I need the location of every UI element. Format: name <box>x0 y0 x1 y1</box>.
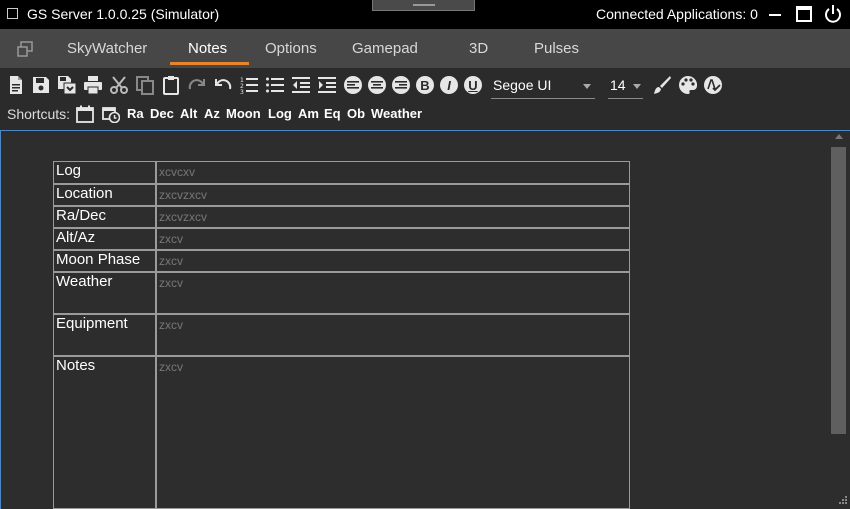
tab-bar: SkyWatcher Notes Options Gamepad 3D Puls… <box>0 29 850 68</box>
italic-glyph: I <box>440 76 458 94</box>
tab-skywatcher[interactable]: SkyWatcher <box>67 40 147 57</box>
bold-icon[interactable]: B <box>415 75 435 95</box>
notes-table: Log xcvcxv Location zxcvzxcv Ra/Dec zxcv… <box>53 161 630 509</box>
maximize-icon[interactable] <box>796 6 812 22</box>
svg-text:3: 3 <box>240 89 244 95</box>
increase-indent-icon[interactable] <box>317 75 337 95</box>
shortcut-eq[interactable]: Eq <box>324 106 341 121</box>
font-family-select[interactable]: Segoe UI <box>491 76 595 99</box>
chevron-down-icon <box>633 84 641 89</box>
row-label-location: Location <box>53 184 156 206</box>
cut-icon[interactable] <box>109 75 129 95</box>
print-icon[interactable] <box>83 75 103 95</box>
shortcut-am[interactable]: Am <box>298 106 319 121</box>
title-bar: GS Server 1.0.0.25 (Simulator) Connected… <box>0 0 850 29</box>
chevron-down-icon <box>583 84 591 89</box>
row-value-radec[interactable]: zxcvzxcv <box>156 206 630 228</box>
table-row: Alt/Az zxcv <box>53 228 630 250</box>
table-row: Equipment zxcv <box>53 314 630 356</box>
row-label-weather: Weather <box>53 272 156 314</box>
table-row: Location zxcvzxcv <box>53 184 630 206</box>
redo-icon[interactable] <box>187 75 207 95</box>
calendar-clock-icon[interactable] <box>102 105 120 123</box>
shortcut-ra[interactable]: Ra <box>127 106 144 121</box>
save-icon[interactable] <box>31 75 51 95</box>
row-label-log: Log <box>53 161 156 184</box>
minimize-icon[interactable] <box>769 14 781 16</box>
tab-gamepad[interactable]: Gamepad <box>352 40 418 57</box>
window-title: GS Server 1.0.0.25 (Simulator) <box>27 6 220 22</box>
drag-handle[interactable] <box>372 0 475 11</box>
shortcut-alt[interactable]: Alt <box>180 106 197 121</box>
table-row: Log xcvcxv <box>53 161 630 184</box>
italic-icon[interactable]: I <box>439 75 459 95</box>
brush-icon[interactable] <box>652 75 672 95</box>
paste-icon[interactable] <box>161 75 181 95</box>
window-checkbox[interactable] <box>7 8 18 19</box>
font-family-value: Segoe UI <box>493 77 552 93</box>
bullet-list-icon[interactable] <box>265 75 285 95</box>
row-label-altaz: Alt/Az <box>53 228 156 250</box>
row-value-equipment[interactable]: zxcv <box>156 314 630 356</box>
align-center-icon[interactable] <box>367 75 387 95</box>
shortcut-log[interactable]: Log <box>268 106 292 121</box>
shortcut-ob[interactable]: Ob <box>347 106 365 121</box>
underline-glyph: U <box>464 76 482 94</box>
row-value-moon-phase[interactable]: zxcv <box>156 250 630 272</box>
shortcut-dec[interactable]: Dec <box>150 106 174 121</box>
shortcuts-label: Shortcuts: <box>7 106 71 122</box>
table-row: Moon Phase zxcv <box>53 250 630 272</box>
save-as-icon[interactable] <box>57 75 77 95</box>
shortcut-weather[interactable]: Weather <box>371 106 422 121</box>
row-value-weather[interactable]: zxcv <box>156 272 630 314</box>
spell-check-icon[interactable] <box>703 75 723 95</box>
copy-icon[interactable] <box>135 75 155 95</box>
row-label-moon-phase: Moon Phase <box>53 250 156 272</box>
new-document-icon[interactable] <box>6 75 26 95</box>
row-value-notes[interactable]: zxcv <box>156 356 630 509</box>
row-value-log[interactable]: xcvcxv <box>156 161 630 184</box>
table-row: Notes zxcv <box>53 356 630 509</box>
resize-grip-icon[interactable] <box>834 493 848 507</box>
scroll-up-arrow-icon[interactable] <box>835 134 843 139</box>
tab-pulses[interactable]: Pulses <box>534 40 579 57</box>
row-label-radec: Ra/Dec <box>53 206 156 228</box>
undo-icon[interactable] <box>213 75 233 95</box>
toolbar: 123 B I U Segoe UI 14 Shortcuts: Ra Dec … <box>0 68 850 130</box>
power-icon[interactable] <box>823 4 843 24</box>
tab-notes[interactable]: Notes <box>188 40 227 57</box>
row-value-altaz[interactable]: zxcv <box>156 228 630 250</box>
table-row: Ra/Dec zxcvzxcv <box>53 206 630 228</box>
row-label-equipment: Equipment <box>53 314 156 356</box>
font-size-select[interactable]: 14 <box>608 76 643 99</box>
decrease-indent-icon[interactable] <box>291 75 311 95</box>
scrollbar-thumb[interactable] <box>831 147 846 434</box>
numbered-list-icon[interactable]: 123 <box>239 75 259 95</box>
row-label-notes: Notes <box>53 356 156 509</box>
bold-glyph: B <box>416 76 434 94</box>
align-left-icon[interactable] <box>343 75 363 95</box>
row-value-location[interactable]: zxcvzxcv <box>156 184 630 206</box>
shortcut-moon[interactable]: Moon <box>226 106 261 121</box>
shortcut-az[interactable]: Az <box>204 106 220 121</box>
calendar-icon[interactable] <box>76 105 94 123</box>
undock-icon[interactable] <box>16 40 34 58</box>
tab-options[interactable]: Options <box>265 40 317 57</box>
font-size-value: 14 <box>610 77 626 93</box>
table-row: Weather zxcv <box>53 272 630 314</box>
underline-icon[interactable]: U <box>463 75 483 95</box>
palette-icon[interactable] <box>678 75 698 95</box>
connected-applications: Connected Applications: 0 <box>596 6 758 22</box>
active-tab-indicator <box>170 62 249 65</box>
tab-3d[interactable]: 3D <box>469 40 488 57</box>
align-right-icon[interactable] <box>391 75 411 95</box>
